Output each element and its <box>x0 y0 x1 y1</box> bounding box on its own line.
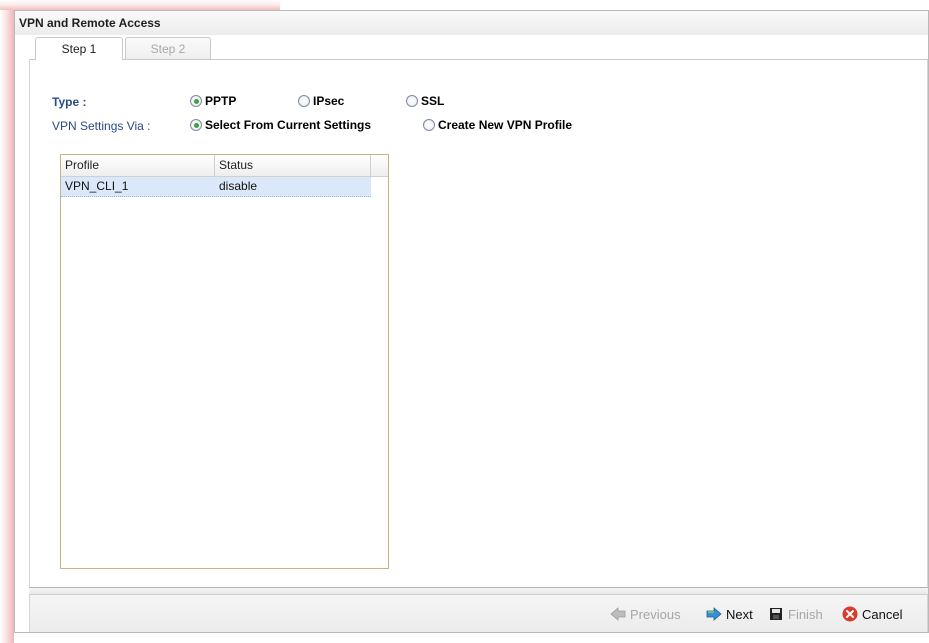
finish-button[interactable]: Finish <box>768 605 823 623</box>
tab-step-2[interactable]: Step 2 <box>125 37 211 59</box>
next-button[interactable]: Next <box>706 605 753 623</box>
previous-arrow-icon <box>610 606 626 622</box>
cancel-label: Cancel <box>862 606 903 622</box>
cancel-button[interactable]: Cancel <box>842 605 902 623</box>
profile-table: Profile Status VPN_CLI_1 disable <box>60 154 389 569</box>
header-scroll-corner <box>371 155 388 176</box>
tab-step-1[interactable]: Step 1 <box>35 37 123 60</box>
footer-separator <box>29 587 928 595</box>
save-disk-icon <box>768 606 784 622</box>
column-header-status[interactable]: Status <box>215 155 371 176</box>
table-row[interactable]: VPN_CLI_1 disable <box>61 177 371 197</box>
step-content: Type : PPTP IPsec SSL VPN Settings Via :… <box>29 60 928 587</box>
table-header: Profile Status <box>61 155 388 177</box>
row-profile-cell: VPN_CLI_1 <box>65 179 129 193</box>
radio-select-current-indicator[interactable] <box>190 119 202 131</box>
column-header-profile[interactable]: Profile <box>61 155 215 176</box>
cancel-x-icon <box>842 606 858 622</box>
finish-label: Finish <box>788 606 823 622</box>
radio-ssl-label: SSL <box>421 94 445 108</box>
radio-create-new-indicator[interactable] <box>423 119 435 131</box>
radio-ipsec-label: IPsec <box>313 94 345 108</box>
next-label: Next <box>726 606 753 622</box>
window-shadow-top <box>0 0 280 10</box>
window-title: VPN and Remote Access <box>15 11 928 35</box>
vpn-wizard-window: VPN and Remote Access Step 1 Step 2 Type… <box>14 10 929 633</box>
radio-ssl[interactable]: SSL <box>406 94 444 108</box>
radio-pptp-label: PPTP <box>205 94 237 108</box>
radio-create-new[interactable]: Create New VPN Profile <box>423 118 572 132</box>
row-status-cell: disable <box>219 179 258 193</box>
type-label: Type : <box>52 95 87 109</box>
previous-button[interactable]: Previous <box>610 605 681 623</box>
radio-ipsec-indicator[interactable] <box>298 95 310 107</box>
window-shadow <box>0 0 14 643</box>
radio-pptp-indicator[interactable] <box>190 95 202 107</box>
radio-create-new-label: Create New VPN Profile <box>438 118 573 132</box>
radio-select-current[interactable]: Select From Current Settings <box>190 118 371 132</box>
radio-select-current-label: Select From Current Settings <box>205 118 372 132</box>
vpn-settings-via-label: VPN Settings Via : <box>52 119 151 133</box>
previous-label: Previous <box>630 606 681 622</box>
radio-ssl-indicator[interactable] <box>406 95 418 107</box>
radio-ipsec[interactable]: IPsec <box>298 94 344 108</box>
next-arrow-icon <box>706 606 722 622</box>
radio-pptp[interactable]: PPTP <box>190 94 236 108</box>
wizard-footer: Previous Next Finish Cancel <box>29 595 928 632</box>
